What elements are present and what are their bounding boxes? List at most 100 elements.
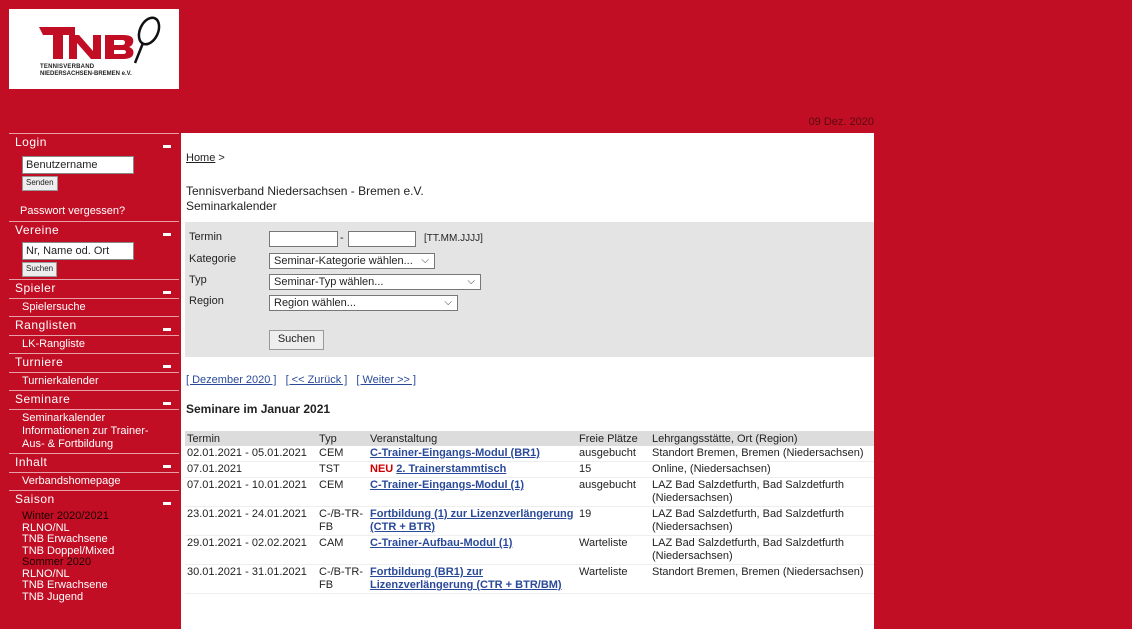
breadcrumb-home-link[interactable]: Home xyxy=(186,152,215,164)
search-button[interactable]: Suchen xyxy=(269,330,324,350)
cell-ort: Standort Bremen, Bremen (Niedersachsen) xyxy=(650,446,874,462)
sidebar-section-inhalt[interactable]: Inhalt xyxy=(9,453,179,472)
cell-freie-plaetze: 15 xyxy=(577,461,650,478)
search-filter-panel: Termin - [TT.MM.JJJJ] Kategorie Seminar-… xyxy=(185,222,874,357)
previous-month-link[interactable]: [ << Zurück ] xyxy=(286,374,348,386)
table-row: 23.01.2021 - 24.01.2021 C-/B-TR-FB Fortbil… xyxy=(185,506,874,536)
typ-select[interactable]: Seminar-Typ wählen... ⌵ xyxy=(269,274,481,290)
login-box: Senden xyxy=(9,152,179,195)
cell-typ: CAM xyxy=(317,535,368,565)
seminar-link[interactable]: C-Trainer-Eingangs-Modul (1) xyxy=(370,479,524,491)
column-header: Veranstaltung xyxy=(368,431,577,446)
breadcrumb-separator: > xyxy=(215,152,225,164)
sidebar-section-ranglisten[interactable]: Ranglisten xyxy=(9,316,179,335)
cell-termin: 29.01.2021 - 02.02.2021 xyxy=(185,535,317,565)
sidebar-section-spieler[interactable]: Spieler xyxy=(9,279,179,298)
next-month-link[interactable]: [ Weiter >> ] xyxy=(356,374,416,386)
section-title: Ranglisten xyxy=(15,318,77,332)
seminar-link[interactable]: C-Trainer-Eingangs-Modul (BR1) xyxy=(370,447,540,459)
cell-typ: C-/B-TR-FB xyxy=(317,506,368,536)
sidebar-section-vereine[interactable]: Vereine xyxy=(9,221,179,240)
table-row: 07.01.2021 - 10.01.2021 CEM C-Trainer-Eing… xyxy=(185,477,874,507)
sidebar-item-trainer-info[interactable]: Informationen zur Trainer-Aus- & Fortbil… xyxy=(9,425,162,453)
forgot-password-link[interactable]: Passwort vergessen? xyxy=(9,195,179,221)
current-date: 09 Dez. 2020 xyxy=(808,116,874,128)
kategorie-value: Seminar-Kategorie wählen... xyxy=(274,255,413,267)
cell-veranstaltung: Fortbildung (1) zur Lizenzverlängerung (… xyxy=(368,506,577,536)
region-select[interactable]: Region wählen... ⌵ xyxy=(269,295,458,311)
cell-veranstaltung: C-Trainer-Eingangs-Modul (BR1) xyxy=(368,446,577,462)
username-input[interactable] xyxy=(22,156,134,174)
chevron-down-icon: ⌵ xyxy=(444,297,452,308)
seminar-link[interactable]: Fortbildung (BR1) zur Lizenzverlängerung… xyxy=(370,566,562,591)
season-link[interactable]: TNB Jugend xyxy=(22,591,179,604)
column-header: Lehrgangsstätte, Ort (Region) xyxy=(650,431,874,446)
season-winter-label: Winter 2020/2021 xyxy=(22,510,109,522)
date-format-hint: [TT.MM.JJJJ] xyxy=(424,233,483,244)
cell-veranstaltung: C-Trainer-Aufbau-Modul (1) xyxy=(368,535,577,565)
section-title: Saison xyxy=(15,492,55,506)
termin-label: Termin xyxy=(189,231,223,243)
collapse-icon[interactable] xyxy=(163,291,171,294)
column-header: Freie Plätze xyxy=(577,431,650,446)
region-label: Region xyxy=(189,295,224,307)
sidebar-item-seminarkalender[interactable]: Seminarkalender xyxy=(9,409,179,425)
column-header: Termin xyxy=(185,431,317,446)
sidebar-item-lk-rangliste[interactable]: LK-Rangliste xyxy=(9,335,179,353)
kategorie-select[interactable]: Seminar-Kategorie wählen... ⌵ xyxy=(269,253,435,269)
date-from-input[interactable] xyxy=(269,231,338,247)
sidebar-section-saison[interactable]: Saison xyxy=(9,490,179,509)
section-title: Turniere xyxy=(15,355,64,369)
sidebar-item-spielersuche[interactable]: Spielersuche xyxy=(9,298,179,316)
login-send-button[interactable]: Senden xyxy=(22,176,58,191)
cell-freie-plaetze: Warteliste xyxy=(577,564,650,594)
sidebar-item-verbandshomepage[interactable]: Verbandshomepage xyxy=(9,472,179,490)
collapse-icon[interactable] xyxy=(163,233,171,236)
collapse-icon[interactable] xyxy=(163,465,171,468)
current-month-link[interactable]: [ Dezember 2020 ] xyxy=(186,374,277,386)
sidebar-section-turniere[interactable]: Turniere xyxy=(9,353,179,372)
vereine-search-button[interactable]: Suchen xyxy=(22,262,58,277)
collapse-icon[interactable] xyxy=(163,402,171,405)
kategorie-label: Kategorie xyxy=(189,253,237,265)
saison-list: Winter 2020/2021 RLNO/NL TNB Erwachsene … xyxy=(9,509,179,603)
seminar-link[interactable]: C-Trainer-Aufbau-Modul (1) xyxy=(370,537,512,549)
cell-typ: TST xyxy=(317,461,368,478)
logo[interactable]: TENNISVERBAND NIEDERSACHSEN-BREMEN e.V. xyxy=(9,9,179,89)
chevron-down-icon: ⌵ xyxy=(467,276,475,287)
collapse-icon[interactable] xyxy=(163,502,171,505)
cell-termin: 30.01.2021 - 31.01.2021 xyxy=(185,564,317,594)
cell-freie-plaetze: ausgebucht xyxy=(577,477,650,507)
season-link[interactable]: TNB Erwachsene xyxy=(22,579,179,592)
date-to-input[interactable] xyxy=(348,231,416,247)
cell-termin: 07.01.2021 xyxy=(185,461,317,478)
seminar-link[interactable]: Fortbildung (1) zur Lizenzverlängerung (… xyxy=(370,508,574,533)
cell-freie-plaetze: ausgebucht xyxy=(577,446,650,462)
cell-ort: LAZ Bad Salzdetfurth, Bad Salzdetfurth (… xyxy=(650,535,874,565)
cell-freie-plaetze: 19 xyxy=(577,506,650,536)
sidebar-section-login[interactable]: Login xyxy=(9,133,179,152)
sidebar: Login Senden Passwort vergessen? Vereine… xyxy=(9,133,179,603)
new-badge: NEU xyxy=(370,463,394,475)
chevron-down-icon: ⌵ xyxy=(421,255,429,266)
season-link[interactable]: TNB Erwachsene xyxy=(22,533,179,546)
vereine-search-input[interactable] xyxy=(22,242,134,260)
season-sommer-label: Sommer 2020 xyxy=(22,556,92,568)
section-title: Seminare xyxy=(15,392,71,406)
vereine-search-box: Suchen xyxy=(9,240,179,279)
page-header: Tennisverband Niedersachsen - Bremen e.V… xyxy=(186,184,424,214)
sidebar-item-turnierkalender[interactable]: Turnierkalender xyxy=(9,372,179,390)
cell-typ: CEM xyxy=(317,477,368,507)
month-navigation: [ Dezember 2020 ] [ << Zurück ] [ Weiter… xyxy=(186,374,422,386)
collapse-icon[interactable] xyxy=(163,365,171,368)
seminar-link[interactable]: 2. Trainerstammtisch xyxy=(396,463,506,475)
collapse-icon[interactable] xyxy=(163,328,171,331)
table-row: 02.01.2021 - 05.01.2021 CEM C-Trainer-Eing… xyxy=(185,446,874,462)
collapse-icon[interactable] xyxy=(163,145,171,148)
cell-ort: Online, (Niedersachsen) xyxy=(650,461,874,478)
sidebar-section-seminare[interactable]: Seminare xyxy=(9,390,179,409)
section-title: Vereine xyxy=(15,223,60,237)
table-row: 30.01.2021 - 31.01.2021 C-/B-TR-FB Fortbil… xyxy=(185,564,874,594)
page-title: Seminarkalender xyxy=(186,199,277,213)
typ-value: Seminar-Typ wählen... xyxy=(274,276,384,288)
